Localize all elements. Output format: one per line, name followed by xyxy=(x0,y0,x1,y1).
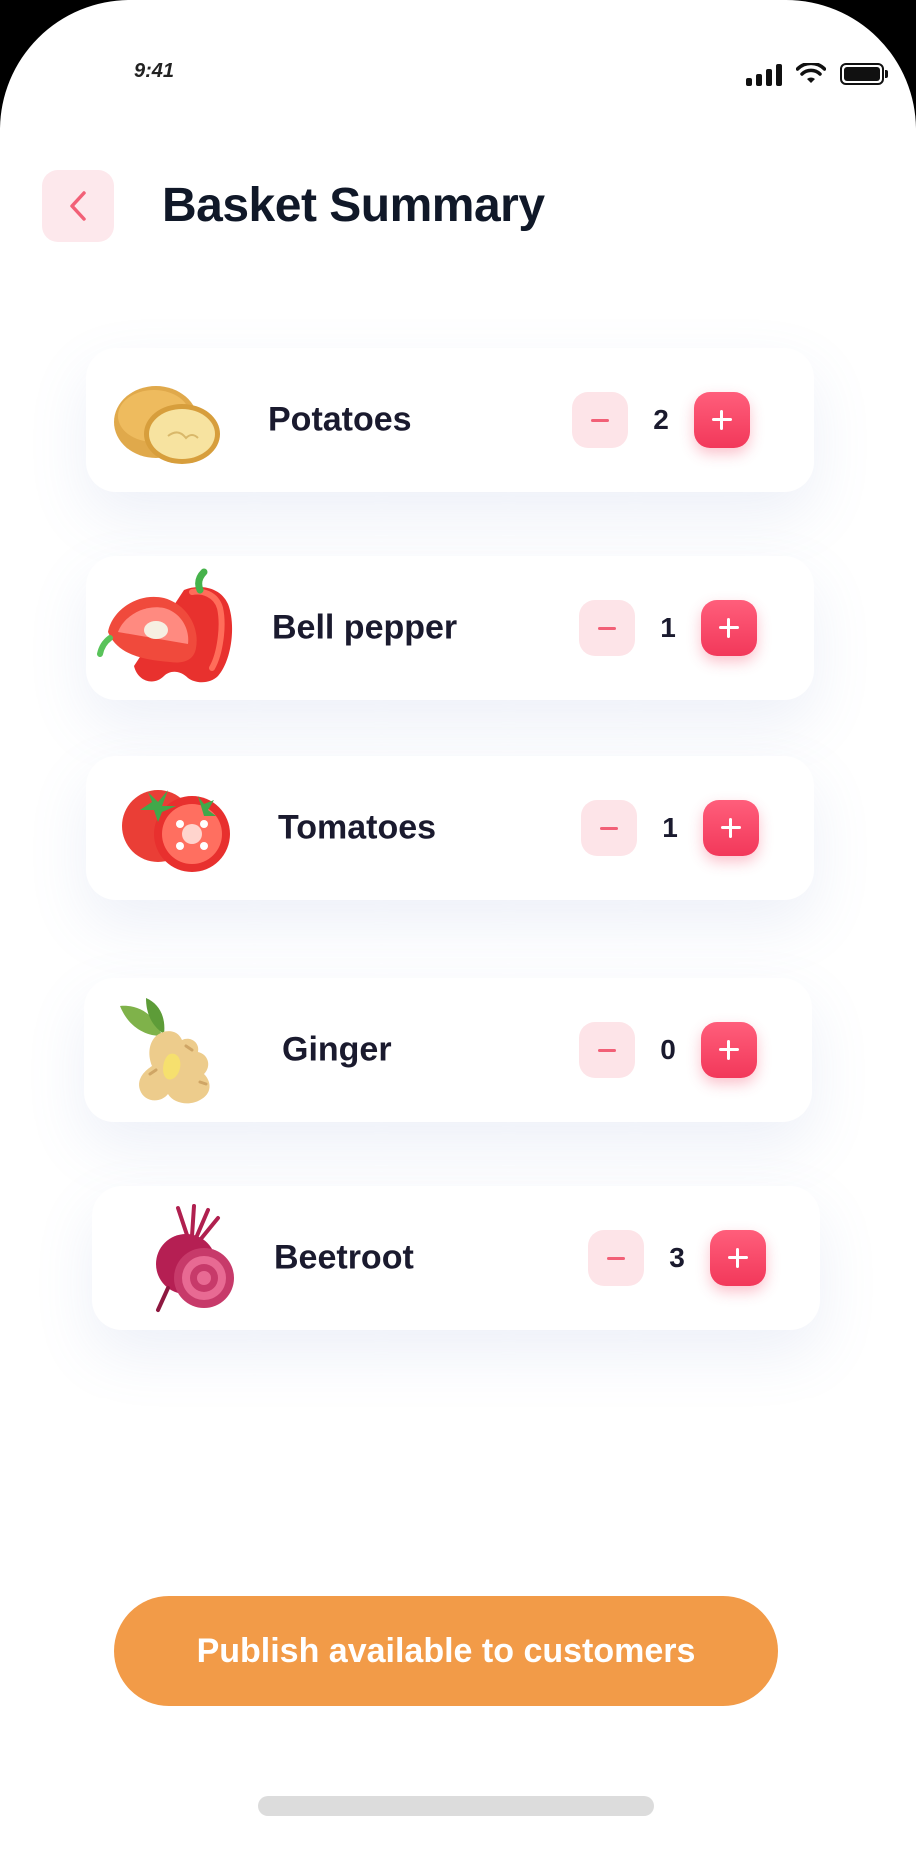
basket-item-bell-pepper: Bell pepper 1 xyxy=(86,556,814,700)
basket-item-beetroot: Beetroot 3 xyxy=(92,1186,820,1330)
beetroot-icon xyxy=(156,1204,234,1312)
increase-button[interactable] xyxy=(701,1022,757,1078)
quantity-stepper: 0 xyxy=(579,1022,757,1078)
quantity-value: 1 xyxy=(660,612,676,643)
phone-screen: 9:41 Basket Summary Potatoes 2 Bell pepp… xyxy=(0,0,916,1852)
quantity-stepper: 3 xyxy=(588,1230,766,1286)
quantity-stepper: 1 xyxy=(579,600,757,656)
chevron-left-icon xyxy=(70,191,86,221)
increase-button[interactable] xyxy=(703,800,759,856)
publish-button[interactable]: Publish available to customers xyxy=(114,1596,778,1706)
page-title: Basket Summary xyxy=(162,179,545,232)
quantity-value: 3 xyxy=(669,1242,685,1273)
status-icons xyxy=(746,62,888,86)
increase-button[interactable] xyxy=(694,392,750,448)
quantity-value: 1 xyxy=(662,812,678,843)
basket-item-potatoes: Potatoes 2 xyxy=(86,348,814,492)
quantity-stepper: 2 xyxy=(572,392,750,448)
tomato-icon xyxy=(122,790,230,872)
status-time: 9:41 xyxy=(134,60,175,82)
item-name: Beetroot xyxy=(274,1238,414,1277)
home-indicator xyxy=(258,1796,654,1816)
ginger-icon xyxy=(120,998,210,1104)
decrease-button[interactable] xyxy=(579,600,635,656)
decrease-button[interactable] xyxy=(572,392,628,448)
increase-button[interactable] xyxy=(710,1230,766,1286)
battery-icon xyxy=(840,63,888,85)
decrease-button[interactable] xyxy=(579,1022,635,1078)
decrease-button[interactable] xyxy=(581,800,637,856)
back-button[interactable] xyxy=(42,170,114,242)
basket-item-tomatoes: Tomatoes 1 xyxy=(86,756,814,900)
quantity-stepper: 1 xyxy=(581,800,759,856)
bell-pepper-icon xyxy=(97,568,233,683)
quantity-value: 2 xyxy=(653,404,669,435)
basket-item-ginger: Ginger 0 xyxy=(84,978,812,1122)
item-name: Potatoes xyxy=(268,400,412,439)
potato-icon xyxy=(114,386,220,464)
decrease-button[interactable] xyxy=(588,1230,644,1286)
item-name: Tomatoes xyxy=(278,808,437,847)
increase-button[interactable] xyxy=(701,600,757,656)
cellular-signal-icon xyxy=(746,62,782,86)
item-name: Bell pepper xyxy=(272,608,458,647)
wifi-icon xyxy=(796,63,826,83)
quantity-value: 0 xyxy=(660,1034,676,1065)
item-name: Ginger xyxy=(282,1030,392,1069)
